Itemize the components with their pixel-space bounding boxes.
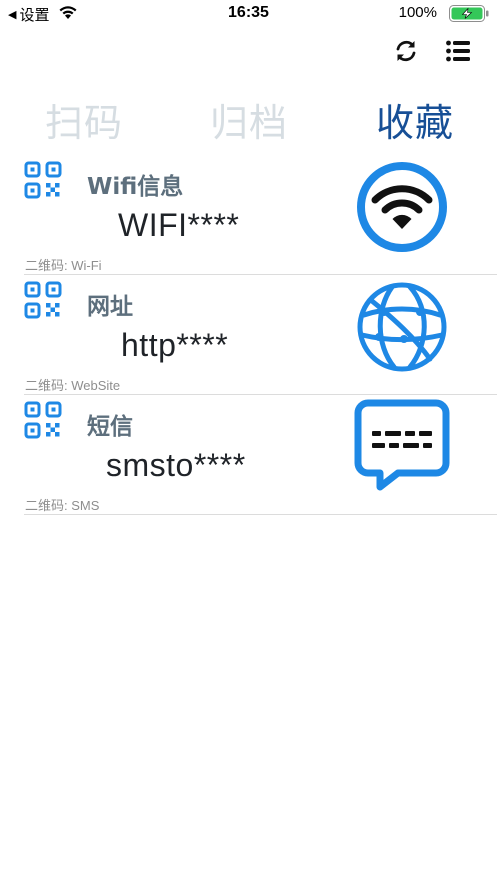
tab-bar: 扫码 归档 收藏 xyxy=(0,92,497,147)
item-value: WIFI**** xyxy=(118,207,240,243)
globe-icon xyxy=(357,282,447,372)
row-divider xyxy=(24,514,497,515)
list-item-wifi[interactable]: Wifi信息 WIFI**** 二维码: Wi-Fi xyxy=(0,155,497,275)
list-item-sms[interactable]: 短信 smsto**** 二维码: SMS xyxy=(0,395,497,515)
tab-favorites[interactable]: 收藏 xyxy=(376,92,454,147)
refresh-icon[interactable] xyxy=(393,38,419,64)
battery-charging-icon xyxy=(449,5,489,22)
item-title: Wifi信息 xyxy=(87,174,184,200)
item-title: 网址 xyxy=(87,294,133,320)
tab-archive[interactable]: 归档 xyxy=(210,92,288,147)
item-value: http**** xyxy=(121,327,229,363)
tab-scan[interactable]: 扫码 xyxy=(45,92,123,147)
list-menu-icon[interactable] xyxy=(445,38,471,64)
item-caption: 二维码: WebSite xyxy=(25,378,121,393)
favorites-list: Wifi信息 WIFI**** 二维码: Wi-Fi 网址 http**** 二… xyxy=(0,155,497,515)
battery-percent: 100% xyxy=(398,4,437,21)
qr-code-icon xyxy=(24,401,62,439)
wifi-icon xyxy=(357,162,447,252)
item-value: smsto**** xyxy=(106,447,246,483)
status-bar: ◀ 设置 16:35 100% xyxy=(0,0,497,26)
item-caption: 二维码: Wi-Fi xyxy=(25,258,102,273)
item-title: 短信 xyxy=(87,414,133,440)
list-item-website[interactable]: 网址 http**** 二维码: WebSite xyxy=(0,275,497,395)
message-icon xyxy=(354,399,450,491)
qr-code-icon xyxy=(24,281,62,319)
qr-code-icon xyxy=(24,161,62,199)
item-caption: 二维码: SMS xyxy=(25,498,100,513)
